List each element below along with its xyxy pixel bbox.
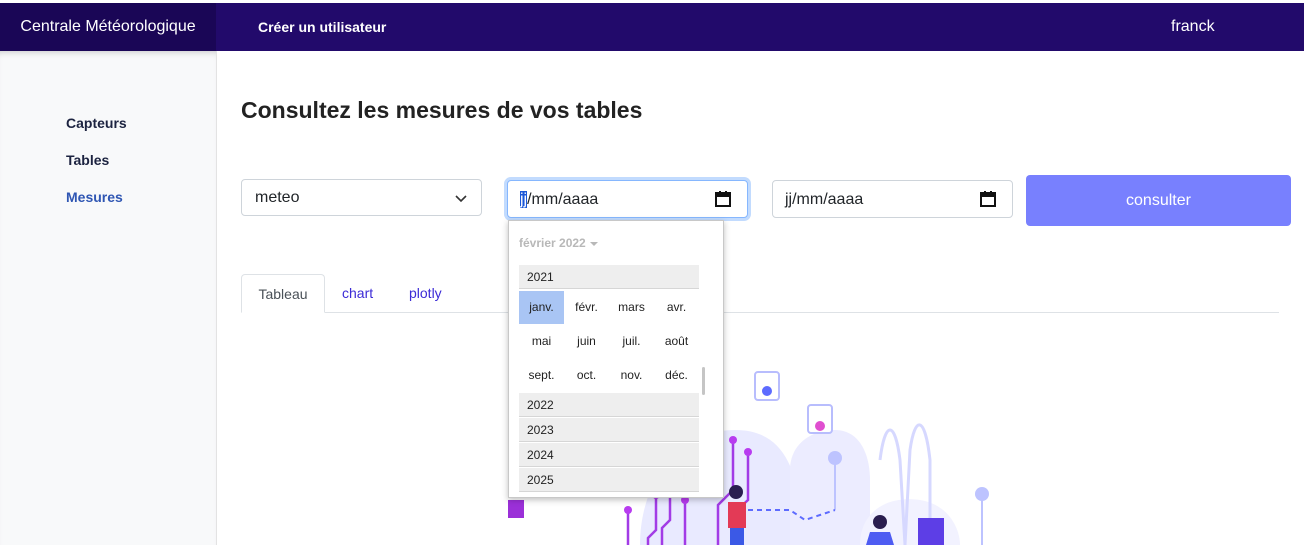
- month-oct[interactable]: oct.: [564, 359, 609, 392]
- table-select[interactable]: meteo: [241, 179, 482, 216]
- sidebar-item-mesures[interactable]: Mesures: [66, 189, 123, 205]
- month-mars[interactable]: mars: [609, 291, 654, 324]
- chevron-down-icon: [455, 195, 467, 203]
- year-row-2024[interactable]: 2024: [519, 443, 699, 467]
- month-aout[interactable]: août: [654, 325, 699, 358]
- month-juin[interactable]: juin: [564, 325, 609, 358]
- calendar-icon[interactable]: [714, 190, 732, 208]
- caret-down-icon: [589, 241, 598, 246]
- month-picker-header[interactable]: février 2022: [519, 236, 598, 250]
- year-row-2025[interactable]: 2025: [519, 468, 699, 492]
- date-to-placeholder: jj/mm/aaaa: [785, 191, 864, 208]
- year-row-2022[interactable]: 2022: [519, 393, 699, 417]
- month-janv[interactable]: janv.: [519, 291, 564, 324]
- month-picker-header-label: février 2022: [519, 236, 586, 250]
- tab-chart[interactable]: chart: [342, 274, 373, 312]
- date-from-placeholder: jj/mm/aaaa: [520, 191, 598, 209]
- month-mai[interactable]: mai: [519, 325, 564, 358]
- month-juil[interactable]: juil.: [609, 325, 654, 358]
- create-user-link[interactable]: Créer un utilisateur: [258, 3, 386, 51]
- tab-bar: Tableau chart plotly: [241, 274, 1279, 313]
- date-from-rest: /mm/aaaa: [527, 191, 599, 208]
- month-picker-popup: février 2022 2021 janv. févr. mars avr. …: [508, 220, 724, 498]
- calendar-icon[interactable]: [979, 190, 997, 208]
- page-title: Consultez les mesures de vos tables: [241, 97, 643, 123]
- date-from-input[interactable]: jj/mm/aaaa: [507, 180, 748, 218]
- year-row-2023[interactable]: 2023: [519, 418, 699, 442]
- date-to-input[interactable]: jj/mm/aaaa: [772, 180, 1013, 218]
- sidebar: Capteurs Tables Mesures: [0, 51, 217, 545]
- month-fevr[interactable]: févr.: [564, 291, 609, 324]
- tab-tableau[interactable]: Tableau: [241, 274, 325, 313]
- month-avr[interactable]: avr.: [654, 291, 699, 324]
- month-picker-scrollbar[interactable]: [702, 367, 705, 395]
- brand-title[interactable]: Centrale Météorologique: [0, 3, 216, 51]
- consult-button[interactable]: consulter: [1026, 175, 1291, 226]
- table-select-value: meteo: [255, 189, 300, 206]
- year-row-2021[interactable]: 2021: [519, 265, 699, 289]
- month-dec[interactable]: déc.: [654, 359, 699, 392]
- top-navbar: Centrale Météorologique Créer un utilisa…: [0, 3, 1304, 51]
- sidebar-item-tables[interactable]: Tables: [66, 152, 109, 168]
- sidebar-item-capteurs[interactable]: Capteurs: [66, 115, 127, 131]
- user-menu[interactable]: franck: [1171, 3, 1215, 51]
- tab-plotly[interactable]: plotly: [409, 274, 442, 312]
- month-nov[interactable]: nov.: [609, 359, 654, 392]
- month-sept[interactable]: sept.: [519, 359, 564, 392]
